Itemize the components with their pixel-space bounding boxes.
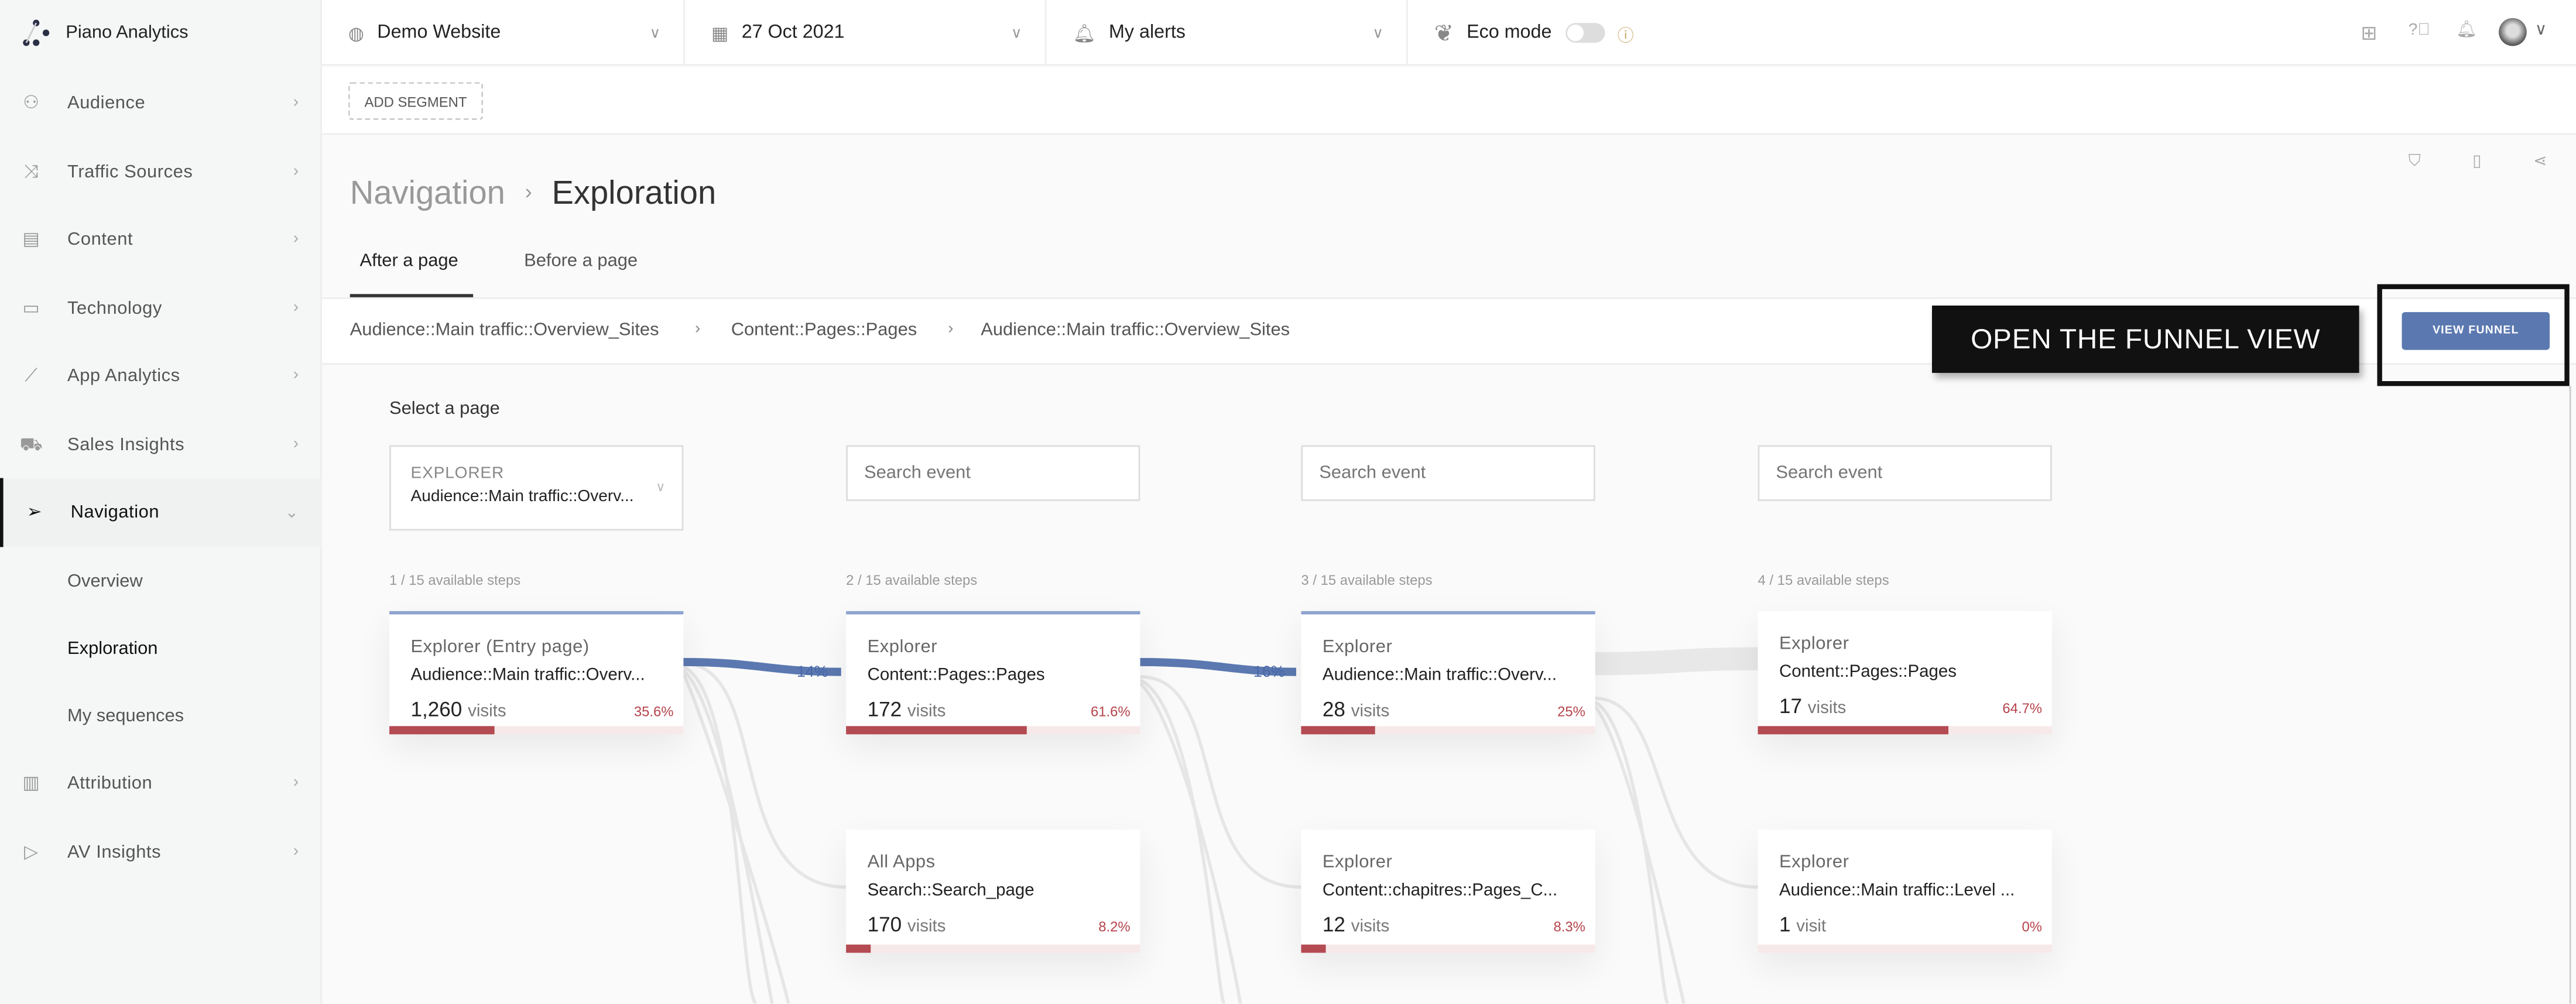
node-category: Explorer (Entry page)	[410, 637, 590, 657]
flow-links	[681, 647, 1758, 1004]
node-visits: 12 visits	[1323, 913, 1389, 936]
node-visits: 17 visits	[1779, 695, 1846, 718]
node-category: Explorer	[867, 637, 938, 657]
visits-count: 172	[867, 698, 902, 721]
visits-unit: visits	[468, 701, 506, 721]
node-exit-percentage: 61.6%	[1090, 703, 1131, 720]
node-exit-percentage: 64.7%	[2002, 700, 2042, 717]
flow-percentage-2: 16%	[1253, 663, 1285, 682]
node-progress-bar	[846, 944, 1140, 953]
visits-unit: visits	[907, 916, 946, 937]
node-visits: 172 visits	[868, 698, 946, 721]
page-node-card[interactable]: Explorer Content::Pages::Pages 172 visit…	[846, 611, 1140, 735]
node-progress-bar	[1758, 726, 2052, 735]
visits-unit: visits	[1351, 916, 1390, 937]
node-progress-fill	[846, 726, 1027, 735]
node-visits: 1,260 visits	[411, 698, 506, 721]
node-page-name: Content::chapitres::Pages_C...	[1322, 880, 1558, 900]
visits-count: 28	[1322, 698, 1345, 721]
node-visits: 170 visits	[868, 913, 946, 936]
node-progress-bar	[1758, 944, 2052, 953]
node-category: All Apps	[867, 852, 936, 873]
node-progress-fill	[846, 944, 871, 953]
node-progress-fill	[1301, 944, 1326, 953]
node-page-name: Audience::Main traffic::Overv...	[410, 665, 645, 686]
visits-unit: visits	[1351, 701, 1390, 721]
node-category: Explorer	[1779, 634, 1849, 654]
node-progress-fill	[1301, 726, 1375, 735]
flow-percentage-1: 14%	[796, 663, 828, 682]
node-progress-bar	[1301, 726, 1595, 735]
node-progress-bar	[846, 726, 1140, 735]
node-page-name: Content::Pages::Pages	[867, 665, 1045, 686]
node-exit-percentage: 8.3%	[1553, 918, 1585, 935]
node-category: Explorer	[1322, 852, 1393, 873]
page-node-card[interactable]: Explorer (Entry page) Audience::Main tra…	[389, 611, 684, 735]
node-exit-percentage: 0%	[2022, 918, 2042, 935]
node-category: Explorer	[1322, 637, 1393, 657]
visits-count: 12	[1322, 913, 1345, 937]
node-progress-fill	[389, 726, 494, 735]
visits-unit: visits	[1807, 698, 1847, 718]
page-node-card[interactable]: All Apps Search::Search_page 170 visits …	[846, 830, 1140, 953]
page-node-card[interactable]: Explorer Content::chapitres::Pages_C... …	[1301, 830, 1595, 953]
node-page-name: Search::Search_page	[867, 880, 1034, 900]
visits-count: 1	[1779, 913, 1791, 937]
node-exit-percentage: 35.6%	[633, 703, 674, 720]
visits-count: 17	[1779, 694, 1803, 718]
node-progress-fill	[1758, 726, 1948, 735]
node-page-name: Content::Pages::Pages	[1779, 662, 1957, 682]
flow-link-gray	[1593, 647, 1758, 676]
visits-count: 1,260	[410, 698, 463, 721]
page-node-card[interactable]: Explorer Audience::Main traffic::Level .…	[1758, 830, 2052, 953]
node-progress-bar	[389, 726, 684, 735]
node-page-name: Audience::Main traffic::Overv...	[1322, 665, 1557, 686]
node-category: Explorer	[1779, 852, 1849, 873]
node-visits: 28 visits	[1323, 698, 1389, 721]
node-exit-percentage: 25%	[1557, 703, 1585, 720]
page-node-card[interactable]: Explorer Content::Pages::Pages 17 visits…	[1758, 611, 2052, 735]
node-visits: 1 visit	[1779, 913, 1826, 936]
node-exit-percentage: 8.2%	[1098, 918, 1131, 935]
node-page-name: Audience::Main traffic::Level ...	[1779, 880, 2015, 900]
page-node-card[interactable]: Explorer Audience::Main traffic::Overv..…	[1301, 611, 1595, 735]
visits-unit: visit	[1796, 916, 1827, 937]
visits-unit: visits	[907, 701, 946, 721]
node-progress-bar	[1301, 944, 1595, 953]
visits-count: 170	[867, 913, 902, 937]
